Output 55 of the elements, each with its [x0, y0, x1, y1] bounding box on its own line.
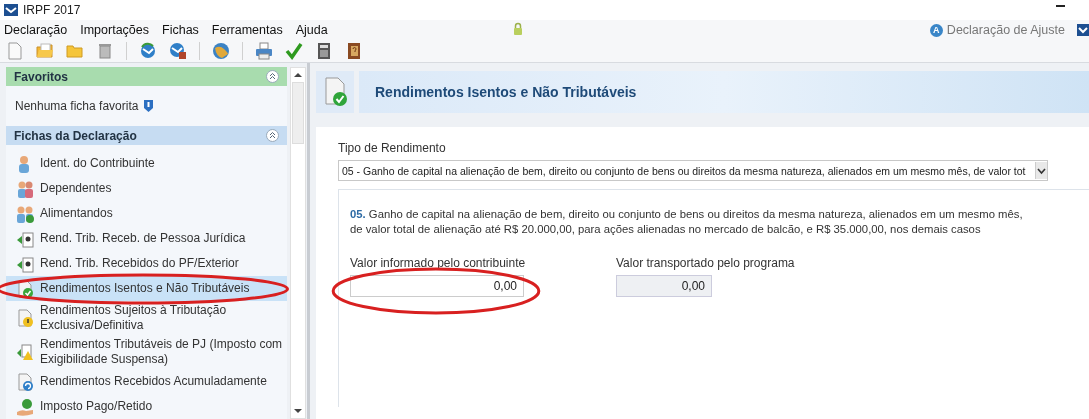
people-icon — [16, 179, 34, 198]
info-icon — [144, 100, 154, 112]
value-field: 0,00 — [616, 275, 712, 297]
description-text: 05. Ganho de capital na alienação de bem, direito ou conjunto de bens ou direitos da mesma natureza, alienados em um mesmo mês, de valor total de alienação até R$ 20.000,00, para ações alienadas no mercado de balcão, e R$ 35.000,00, nos demais casos — [350, 207, 1024, 237]
scroll-up-icon[interactable] — [294, 73, 302, 77]
menu-item[interactable]: Declaração — [4, 23, 68, 37]
menu-item[interactable]: Ferramentas — [211, 23, 283, 37]
scroll-thumb[interactable] — [292, 82, 304, 144]
folder-icon[interactable] — [66, 42, 84, 60]
field-label: Valor informado pelo contribuinte — [350, 256, 527, 270]
sidebar-item[interactable]: Rendimentos Tributáveis de PJ (Imposto com Exigibilidade Suspensa) — [6, 335, 288, 369]
family-icon — [16, 204, 34, 223]
value-field[interactable]: 0,00 — [350, 275, 524, 297]
sidebar-item[interactable]: Dependentes — [6, 176, 288, 201]
sidebar-item[interactable]: Rend. Trib. Recebidos do PF/Exterior — [6, 251, 288, 276]
section-header[interactable]: Favoritos — [6, 67, 288, 86]
document-warning-icon — [16, 309, 34, 327]
document-refresh-icon — [16, 372, 34, 391]
field-label: Valor transportado pelo programa — [616, 256, 796, 270]
sync-globe-icon[interactable] — [139, 42, 157, 60]
sidebar-item[interactable]: Rend. Trib. Receb. de Pessoa Jurídica — [6, 226, 288, 251]
menu-item[interactable]: Importações — [80, 23, 149, 37]
document-check-icon — [323, 77, 347, 107]
window-title: IRPF 2017 — [23, 3, 81, 17]
scrollbar[interactable] — [290, 67, 306, 419]
income-document-icon — [16, 229, 34, 248]
field-label: Tipo de Rendimento — [338, 141, 447, 155]
mode-label: Declaração de Ajuste — [946, 23, 1065, 37]
page-title: Rendimentos Isentos e Não Tributáveis — [375, 84, 637, 100]
calculator-icon[interactable] — [315, 42, 333, 60]
scroll-down-icon[interactable] — [294, 409, 302, 413]
sidebar-item[interactable]: Imposto Pago/Retido — [6, 394, 288, 419]
globe-icon[interactable] — [212, 42, 230, 60]
globe-lock-icon[interactable] — [169, 42, 187, 60]
sidebar-item[interactable]: Rendimentos Sujeitos à Tributação Exclusiva/Definitiva — [6, 301, 288, 335]
income-document-icon — [16, 254, 34, 273]
open-folder-icon[interactable] — [36, 42, 54, 60]
printer-icon[interactable] — [255, 42, 273, 60]
section-header[interactable]: Fichas da Declaração — [6, 126, 288, 145]
mode-badge: A — [929, 23, 943, 37]
new-document-icon[interactable] — [6, 42, 24, 60]
menu-item[interactable]: Fichas — [162, 23, 199, 37]
app-icon — [4, 4, 18, 16]
help-book-icon[interactable] — [345, 42, 363, 60]
sidebar-item[interactable]: Rendimentos Recebidos Acumuladamente — [6, 369, 288, 394]
sidebar-item[interactable]: Alimentandos — [6, 201, 288, 226]
trash-icon[interactable] — [96, 42, 114, 60]
money-hand-icon — [16, 397, 34, 416]
checkmark-icon[interactable] — [285, 42, 303, 60]
empty-message: Nenhuma ficha favorita — [15, 99, 139, 113]
type-dropdown[interactable]: 05 - Ganho de capital na alienação de bem, direito ou conjunto de bens ou direitos da mesma natureza, alienados em um mesmo mês, de valor tot — [338, 160, 1048, 181]
lock-icon — [512, 22, 523, 35]
sidebar-item[interactable]: Ident. do Contribuinte — [6, 151, 288, 176]
menu-item[interactable]: Ajuda — [295, 23, 328, 37]
document-warning-icon — [16, 343, 34, 361]
